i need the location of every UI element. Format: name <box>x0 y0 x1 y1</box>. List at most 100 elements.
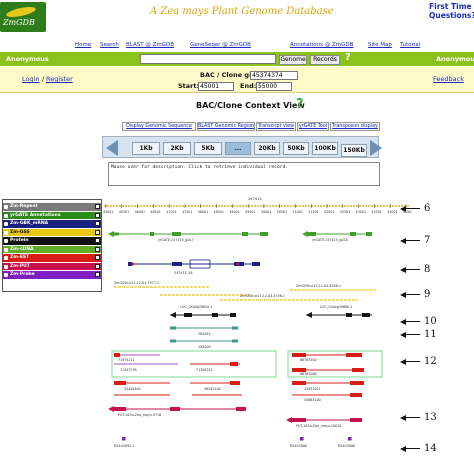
zoom-150kb[interactable]: 150Kb <box>341 144 367 157</box>
yrgate-tool-link[interactable]: yrGATE Tool <box>297 122 329 131</box>
legend-swatch-icon <box>4 247 8 252</box>
nav-geneseqer[interactable]: GeneSeqer @ ZmGDB <box>190 42 251 48</box>
zoom-20kb[interactable]: 20Kb <box>254 142 280 155</box>
clone-input[interactable]: 45374374 <box>250 71 298 80</box>
ruler-tick-label: 50001 <box>261 210 272 214</box>
nav-tutorial[interactable]: Tutorial <box>400 42 420 48</box>
scroll-right-icon[interactable] <box>370 140 382 156</box>
marker-arrow-icon <box>404 240 420 241</box>
nav-annotations[interactable]: Annotations @ ZmGDB <box>290 42 353 48</box>
ruler-tick-label: 47001 <box>166 210 177 214</box>
ruler-tick-label: 51501 <box>308 210 319 214</box>
transcript-view-link[interactable]: Transcript view <box>256 122 296 131</box>
legend-item[interactable]: Zm-cDNA <box>3 245 101 253</box>
ruler-tick-label: 48001 <box>198 210 209 214</box>
gss-label-3: ZmGSStuc11-12-04.8308.1 <box>296 284 341 288</box>
end-label: End: <box>240 82 257 90</box>
marker-number: 12 <box>424 356 437 367</box>
mrna-track[interactable] <box>128 259 260 269</box>
feedback-link[interactable]: Feedback <box>433 75 464 83</box>
zoom-5kb[interactable]: 5Kb <box>194 142 222 155</box>
legend-item[interactable]: Zm-Repeat <box>3 203 101 211</box>
est-label-2: 71343795 <box>120 368 137 372</box>
est-label-5: 66765084 <box>300 372 317 376</box>
start-label: Start: <box>178 82 200 90</box>
track-panel[interactable]: 247415 yrGATE-247415_g017 yrGATE-247415_… <box>100 194 412 459</box>
records-button[interactable]: Records <box>310 55 340 65</box>
marker-arrow-icon <box>404 361 420 362</box>
marker-arrowhead-icon <box>400 291 406 298</box>
questions-link[interactable]: Questions? <box>429 11 474 20</box>
ruler-tick-label: 46001 <box>135 210 146 214</box>
help-icon[interactable]: ? <box>296 97 304 112</box>
context-view-title: BAC/Clone Context View <box>196 101 305 110</box>
legend-label: Zm-GBK_mRNA <box>10 221 49 226</box>
legend-item[interactable]: yrGATE Annotations <box>3 211 101 219</box>
est-label-3: 71358212 <box>196 368 213 372</box>
ruler-tick-label: 46501 <box>150 210 161 214</box>
zoom-50kb[interactable]: 50Kb <box>283 142 309 155</box>
legend-item[interactable]: Zm-PUT <box>3 262 101 270</box>
marker-number: 9 <box>424 289 431 300</box>
search-input[interactable] <box>140 54 276 64</box>
zoom-2kb[interactable]: 2Kb <box>163 142 191 155</box>
display-genomic-sequence-link[interactable]: Display Genomic Sequence <box>122 122 196 131</box>
legend-item[interactable]: Protein <box>3 237 101 245</box>
transposon-display-link[interactable]: Transposon display <box>330 122 380 131</box>
scroll-left-icon[interactable] <box>106 140 118 156</box>
register-link[interactable]: Register <box>46 75 73 83</box>
nav-search[interactable]: Search <box>100 42 119 48</box>
probe-label-3: RZ443088 <box>338 444 355 448</box>
marker-arrow-icon <box>404 208 420 209</box>
zoom-current[interactable]: ... <box>225 142 251 155</box>
help-links[interactable]: First Time Questions? <box>429 2 474 20</box>
cdna-label-2: 292009 <box>198 345 211 349</box>
genome-button[interactable]: Genome <box>279 55 307 65</box>
nav-home[interactable]: Home <box>75 42 91 48</box>
yrgate-label-1: yrGATE-247415_g017 <box>158 238 194 242</box>
start-input[interactable]: 45001 <box>198 82 234 91</box>
legend-label: yrGATE Annotations <box>10 212 61 218</box>
protein-label-1: LOC_Os04g39650.1 <box>180 305 213 309</box>
nav-blast[interactable]: BLAST @ ZmGDB <box>126 42 174 48</box>
est-track[interactable] <box>111 350 383 397</box>
ruler-tick-label: 49001 <box>229 210 240 214</box>
legend-item[interactable]: Zm-EST <box>3 254 101 262</box>
first-time-link[interactable]: First Time <box>429 2 474 11</box>
legend-item[interactable]: Zm-Probe <box>3 271 101 279</box>
ruler-tick-label: 50501 <box>277 210 288 214</box>
est-label-6: 25444845 <box>124 387 141 391</box>
marker-arrow-icon <box>404 417 420 418</box>
nav-sitemap[interactable]: Site Map <box>368 42 392 48</box>
legend-swatch-icon <box>4 264 8 269</box>
est-label-7: 46542100 <box>204 387 221 391</box>
legend-swatch-icon <box>4 230 8 235</box>
ruler-label: 247415 <box>248 197 262 201</box>
ruler-tick-label: 45501 <box>119 210 130 214</box>
est-label-9: 45883100 <box>304 398 321 402</box>
ruler-tick-label: 53001 <box>356 210 367 214</box>
marker-number: 8 <box>424 264 431 275</box>
help-icon[interactable]: ? <box>345 52 351 63</box>
marker-arrow-icon <box>404 334 420 335</box>
login-link[interactable]: Login <box>22 75 40 83</box>
end-input[interactable]: 55000 <box>256 82 292 91</box>
marker-number: 11 <box>424 329 437 340</box>
legend-label: Protein <box>10 238 29 243</box>
protein-track[interactable] <box>170 312 372 318</box>
legend-swatch-icon <box>4 213 8 218</box>
site-title: A Zea mays Plant Genome Database <box>150 6 334 17</box>
legend-item[interactable]: Zm-GBK_mRNA <box>3 220 101 228</box>
legend-item[interactable]: Zm-GSS <box>3 228 101 236</box>
zoom-1kb[interactable]: 1Kb <box>132 142 160 155</box>
legend-label: Zm-GSS <box>10 229 30 235</box>
marker-number: 14 <box>424 443 437 454</box>
marker-arrowhead-icon <box>400 445 406 452</box>
ruler-tick-label: 49501 <box>245 210 256 214</box>
probe-label-1: RZ444992.1 <box>114 444 134 448</box>
zoom-100kb[interactable]: 100Kb <box>312 142 338 155</box>
user-status-right: Anonymous <box>436 55 474 63</box>
probe-track[interactable] <box>122 437 352 441</box>
blast-genomic-region-link[interactable]: BLAST Genomic Region <box>197 122 255 131</box>
yrgate-track[interactable] <box>108 231 372 237</box>
